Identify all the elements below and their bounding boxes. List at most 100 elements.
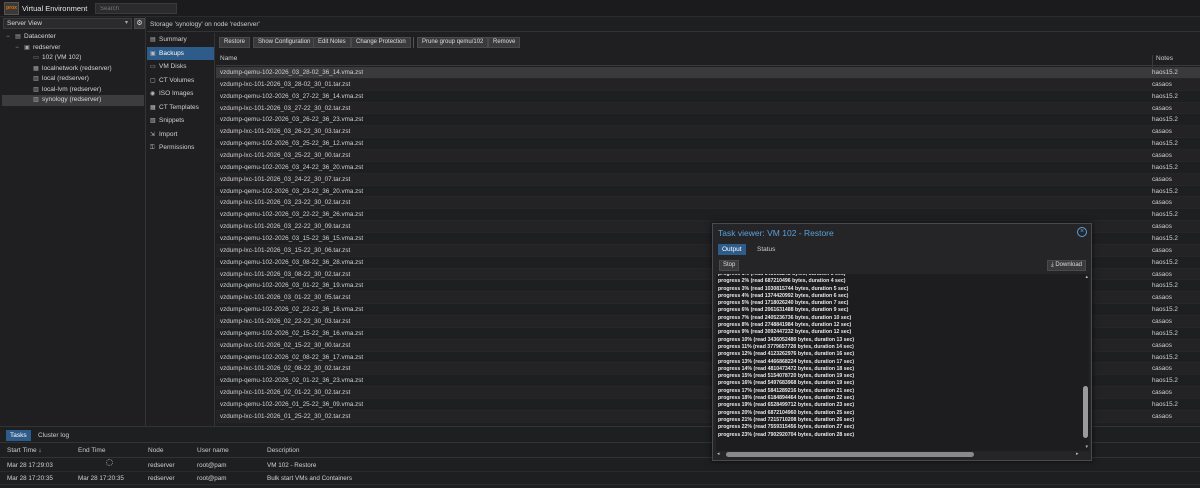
show-configuration-button[interactable]: Show Configuration [253, 37, 316, 48]
column-header-start-time[interactable]: Start Time ↓ [7, 444, 42, 457]
scroll-up-arrow-icon[interactable]: ▴ [1085, 274, 1088, 280]
table-row[interactable]: vzdump-qemu-102-2026_03_22-22_36_26.vma.… [216, 209, 1200, 222]
tree-item[interactable]: ▥ synology (redserver) [2, 95, 144, 106]
backup-name: vzdump-qemu-102-2026_01_25-22_36_09.vma.… [220, 401, 364, 409]
backup-notes: casaos [1152, 294, 1172, 302]
gear-icon[interactable]: ⚙ [134, 18, 145, 29]
backup-name: vzdump-qemu-102-2026_03_15-22_36_15.vma.… [220, 235, 364, 243]
table-row[interactable]: vzdump-qemu-102-2026_03_25-22_36_12.vma.… [216, 138, 1200, 151]
column-header-user[interactable]: User name [197, 444, 229, 457]
log-line: progress 14% (read 4810473472 bytes, dur… [718, 365, 855, 372]
remove-button[interactable]: Remove [488, 37, 521, 48]
proxmox-logo[interactable]: prox [4, 2, 19, 15]
close-icon[interactable]: × [1077, 227, 1087, 237]
storage-icon: ▥ [33, 86, 39, 93]
horizontal-scrollbar[interactable]: ◂ ▸ [716, 451, 1089, 458]
table-row[interactable]: vzdump-qemu-102-2026_03_26-22_36_23.vma.… [216, 114, 1200, 127]
tree-item[interactable]: ▥ local (redserver) [2, 74, 144, 85]
log-lines: progress 1% (read 343605248 bytes, durat… [718, 274, 854, 439]
search-input[interactable] [95, 3, 177, 14]
log-line: progress 17% (read 5841289216 bytes, dur… [718, 387, 855, 394]
submenu-item-ct-templates[interactable]: ▦ CT Templates [147, 101, 214, 115]
table-row[interactable]: vzdump-qemu-102-2026_03_28-02_36_14.vma.… [216, 67, 1200, 79]
scroll-left-arrow-icon[interactable]: ◂ [717, 451, 720, 457]
backup-notes: casaos [1152, 223, 1172, 231]
column-header-name[interactable]: Name [220, 55, 237, 62]
log-line: progress 15% (read 5154078720 bytes, dur… [718, 373, 855, 380]
submenu-item-vm-disks[interactable]: ▭ VM Disks [147, 60, 214, 74]
task-node: redserver [148, 475, 175, 482]
table-row[interactable]: vzdump-lxc-101-2026_03_27-22_30_02.tar.z… [216, 102, 1200, 115]
submenu-item-label: Import [159, 130, 178, 138]
table-row[interactable]: vzdump-qemu-102-2026_03_23-22_36_20.vma.… [216, 186, 1200, 198]
collapse-icon[interactable]: − [13, 43, 21, 54]
collapse-icon[interactable]: − [4, 32, 12, 43]
submenu-item-import[interactable]: ⇲ Import [147, 128, 214, 142]
table-row[interactable]: vzdump-lxc-101-2026_03_24-22_30_07.tar.z… [216, 173, 1200, 186]
task-viewer-dialog: Task viewer: VM 102 - Restore × Output S… [712, 223, 1092, 461]
vertical-scrollbar[interactable]: ▴ ▾ [1083, 274, 1088, 450]
stop-button[interactable]: Stop [719, 260, 740, 271]
submenu-item-ct-volumes[interactable]: ▢ CT Volumes [147, 74, 214, 88]
task-viewer-toolbar: Stop ⤓ Download [717, 260, 1087, 274]
table-row[interactable]: Mar 28 17:20:35 Mar 28 17:20:35 redserver r… [0, 472, 1200, 485]
backup-notes: casaos [1152, 318, 1172, 326]
table-row[interactable]: vzdump-qemu-102-2026_03_27-22_36_14.vma.… [216, 91, 1200, 103]
log-line: progress 6% (read 2061631488 bytes, dura… [718, 307, 849, 314]
backup-name: vzdump-lxc-101-2026_02_01-22_30_02.tar.z… [220, 389, 351, 397]
tree-item[interactable]: − ▤ Datacenter [2, 32, 144, 43]
submenu-item-snippets[interactable]: ▧ Snippets [147, 114, 214, 128]
vm-icon: ▭ [33, 55, 39, 61]
edit-notes-button[interactable]: Edit Notes [313, 37, 351, 48]
column-header-end-time[interactable]: End Time [78, 444, 105, 457]
column-header-node[interactable]: Node [148, 444, 164, 457]
prune-group-button[interactable]: Prune group qemu/102 [417, 37, 489, 48]
table-row[interactable]: vzdump-qemu-102-2026_03_24-22_36_20.vma.… [216, 162, 1200, 174]
tab-output[interactable]: Output [718, 244, 746, 255]
backup-notes: haos15.2 [1152, 401, 1178, 409]
submenu-item-label: Snippets [159, 117, 185, 124]
view-select[interactable]: Server View ▾ [3, 18, 132, 29]
backup-notes: haos15.2 [1152, 235, 1178, 243]
backup-name: vzdump-qemu-102-2026_03_08-22_36_28.vma.… [220, 258, 364, 266]
table-row[interactable]: vzdump-lxc-101-2026_03_28-02_30_01.tar.z… [216, 78, 1200, 91]
restore-button[interactable]: Restore [219, 37, 251, 48]
table-row[interactable]: vzdump-lxc-101-2026_03_23-22_30_02.tar.z… [216, 197, 1200, 210]
tree-item[interactable]: ▥ local-lvm (redserver) [2, 85, 144, 96]
view-select-value: Server View [7, 20, 42, 27]
scroll-right-arrow-icon[interactable]: ▸ [1076, 451, 1079, 457]
column-header-description[interactable]: Description [267, 444, 300, 457]
submenu-item-backups[interactable]: ▣ Backups [147, 46, 214, 60]
tree-item[interactable]: − ▣ redserver [2, 43, 144, 54]
backup-notes: haos15.2 [1152, 92, 1178, 100]
tab-tasks[interactable]: Tasks [6, 430, 31, 441]
network-icon: ▦ [33, 65, 39, 72]
backup-icon: ▣ [150, 50, 156, 57]
task-start: Mar 28 17:20:35 [7, 475, 53, 482]
log-line: progress 10% (read 3436052480 bytes, dur… [718, 336, 855, 343]
submenu-item-summary[interactable]: ▤ Summary [147, 33, 214, 47]
log-line: progress 3% (read 1030815744 bytes, dura… [718, 285, 849, 292]
backup-name: vzdump-qemu-102-2026_03_22-22_36_26.vma.… [220, 211, 364, 219]
submenu-item-permissions[interactable]: ⚿ Permissions [147, 141, 214, 155]
submenu-item-iso-images[interactable]: ◉ ISO Images [147, 87, 214, 101]
tree-item[interactable]: ▦ localnetwork (redserver) [2, 64, 144, 75]
backup-notes: casaos [1152, 246, 1172, 254]
task-output-log[interactable]: progress 1% (read 343605248 bytes, durat… [716, 274, 1089, 451]
snippet-icon: ▧ [150, 118, 156, 124]
backup-name: vzdump-lxc-101-2026_03_24-22_30_07.tar.z… [220, 175, 351, 183]
tab-status[interactable]: Status [753, 244, 779, 255]
change-protection-button[interactable]: Change Protection [351, 37, 411, 48]
vertical-scroll-thumb[interactable] [1083, 386, 1088, 438]
table-row[interactable]: vzdump-lxc-101-2026_03_25-22_30_00.tar.z… [216, 150, 1200, 162]
submenu-item-label: CT Volumes [159, 76, 195, 84]
table-row[interactable]: vzdump-lxc-101-2026_03_26-22_30_03.tar.z… [216, 126, 1200, 139]
backup-notes: casaos [1152, 152, 1172, 160]
log-line: progress 2% (read 687210496 bytes, durat… [718, 278, 846, 285]
download-button[interactable]: ⤓ Download [1047, 260, 1087, 271]
tree-item[interactable]: ▭ 102 (VM 102) [2, 53, 144, 64]
tab-cluster-log[interactable]: Cluster log [34, 430, 73, 441]
scroll-down-arrow-icon[interactable]: ▾ [1085, 444, 1088, 450]
horizontal-scroll-thumb[interactable] [726, 452, 974, 457]
backup-name: vzdump-qemu-102-2026_02_15-22_36_16.vma.… [220, 329, 364, 337]
